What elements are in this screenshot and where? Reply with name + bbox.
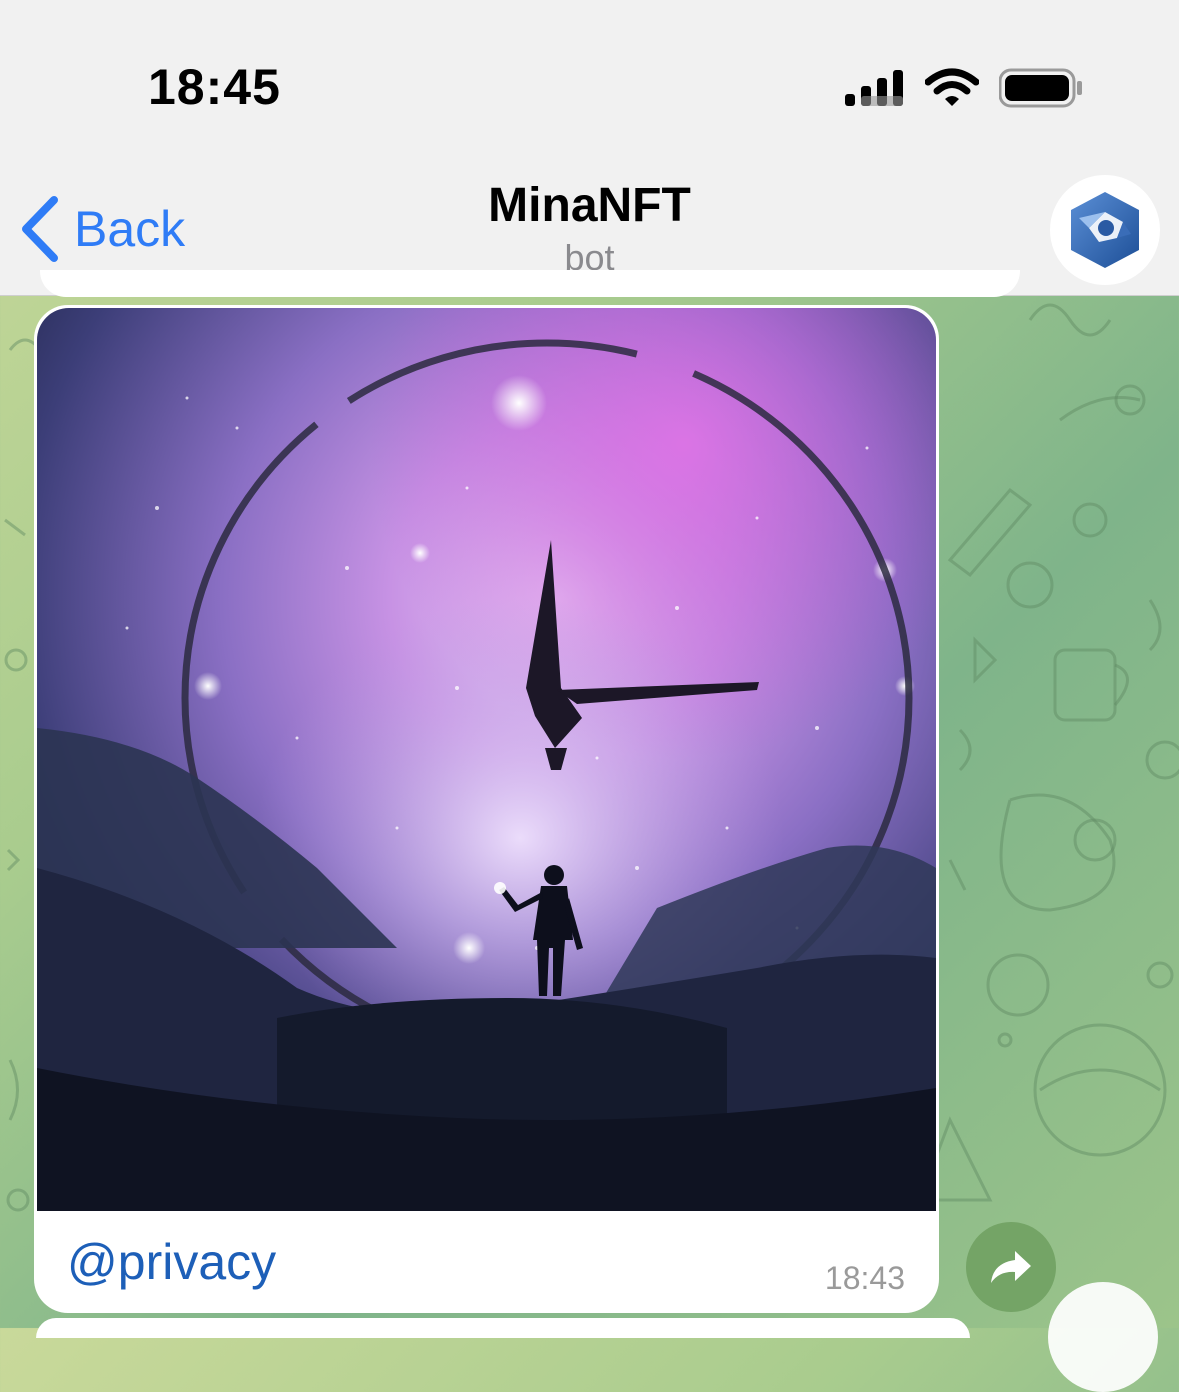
message-caption[interactable]: @privacy <box>67 1233 276 1291</box>
next-message-bubble <box>36 1318 970 1338</box>
share-button[interactable] <box>966 1222 1056 1312</box>
chat-title: MinaNFT <box>488 179 691 232</box>
battery-icon <box>999 68 1082 108</box>
bot-avatar[interactable] <box>1050 175 1160 285</box>
status-time: 18:45 <box>148 59 281 115</box>
status-bar: 18:45 <box>0 0 1179 150</box>
message-bubble[interactable]: @privacy 18:43 <box>34 305 939 1313</box>
share-arrow-icon <box>991 1251 1031 1283</box>
cellular-signal-icon <box>845 70 903 106</box>
nft-image <box>37 308 936 1211</box>
previous-message-bubble <box>40 270 1020 297</box>
mina-logo-icon <box>1071 192 1139 268</box>
chat-title-block[interactable]: MinaNFT bot <box>0 178 1179 279</box>
message-photo[interactable] <box>37 308 936 1211</box>
status-icons <box>845 66 1083 110</box>
message-timestamp: 18:43 <box>824 1260 905 1296</box>
scroll-down-button[interactable] <box>1048 1282 1158 1392</box>
wifi-icon <box>925 68 979 106</box>
